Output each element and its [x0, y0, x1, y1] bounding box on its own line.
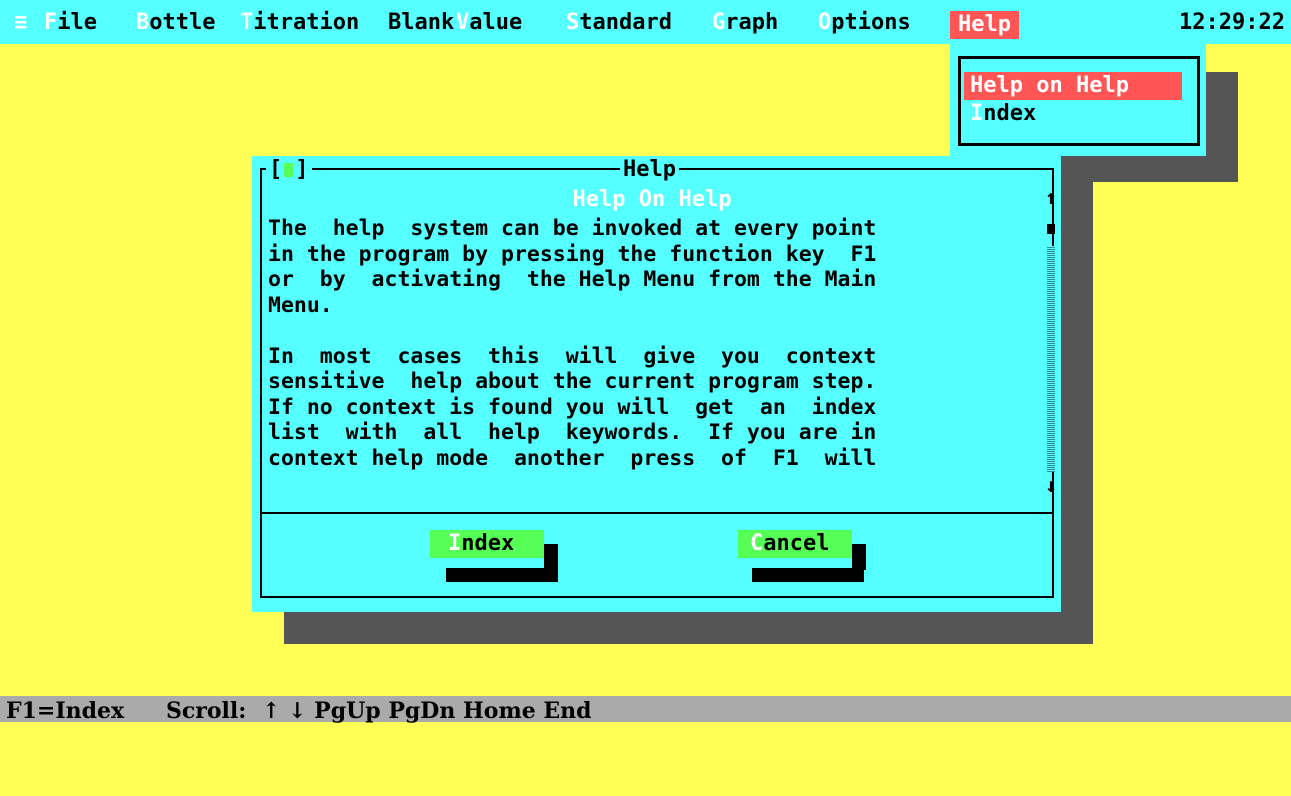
cancel-button-hotkey: C: [750, 531, 764, 556]
index-button-shadow-side: [544, 544, 558, 570]
menu-bottle-label: ottle: [149, 10, 216, 35]
index-button-label: ndex: [461, 531, 515, 556]
window-shadow-right: [1061, 182, 1093, 644]
cancel-button-shadow-side: [852, 544, 866, 570]
menu-value-hotkey: V: [456, 10, 470, 35]
menu-item-index-hotkey: I: [970, 101, 984, 126]
close-button[interactable]: []: [266, 156, 312, 184]
menu-graph[interactable]: Graph: [712, 9, 778, 37]
menu-help-label: Help: [958, 12, 1011, 37]
clock: 12:29:22: [1179, 10, 1285, 35]
help-text-line: In most cases this will give you context: [268, 343, 877, 369]
status-scroll-label: Scroll:: [166, 698, 247, 724]
dialog-title: Help: [620, 156, 679, 184]
dialog-divider: [260, 512, 1054, 514]
help-text-line: If no context is found you will get an i…: [268, 394, 877, 420]
menu-bar: ≡ File Bottle Titration Blank Value Stan…: [0, 0, 1291, 44]
status-key-hint: F1=Index: [6, 698, 125, 724]
menu-titration-hotkey: T: [240, 10, 254, 35]
help-text-line: or by activating the Help Menu from the …: [268, 267, 877, 292]
scroll-down-arrow-icon[interactable]: ↓: [1044, 474, 1058, 496]
menu-options[interactable]: Options: [818, 9, 911, 37]
help-text-line: The help system can be invoked at every …: [268, 216, 877, 241]
menu-item-help-on-help-label: Help on Help: [970, 73, 1129, 98]
window-shadow-bottom: [284, 612, 1093, 644]
scrollbar-thumb[interactable]: [1047, 224, 1055, 234]
menu-bottle[interactable]: Bottle: [136, 9, 215, 37]
menu-standard[interactable]: Standard: [566, 9, 672, 37]
close-icon: [284, 163, 294, 177]
help-text-line: context help mode another press of F1 wi…: [268, 445, 877, 471]
scrollbar-track[interactable]: [1047, 246, 1055, 472]
menu-options-hotkey: O: [818, 10, 832, 35]
menu-blank[interactable]: Blank: [388, 9, 454, 37]
index-button-shadow: [446, 568, 558, 582]
index-button-hotkey: I: [448, 531, 462, 556]
menu-item-index[interactable]: Index: [964, 100, 1042, 128]
menu-value-label: alue: [469, 10, 523, 35]
menu-titration[interactable]: Titration: [240, 9, 359, 37]
menu-file[interactable]: File: [44, 9, 97, 37]
status-bar: F1=Index Scroll: ↑ ↓ PgUp PgDn Home End: [0, 696, 1291, 724]
menu-graph-label: raph: [725, 10, 779, 35]
cancel-button[interactable]: Cancel: [738, 530, 852, 558]
menu-bottle-hotkey: B: [136, 10, 150, 35]
scroll-up-arrow-icon[interactable]: ↑: [1044, 186, 1058, 208]
menu-graph-hotkey: G: [712, 10, 726, 35]
help-text-line: [268, 318, 1036, 344]
close-bracket-left: [: [269, 157, 283, 182]
cancel-button-label: ancel: [763, 531, 830, 556]
menu-options-label: ptions: [831, 10, 911, 35]
help-text-area: The help system can be invoked at every …: [268, 216, 1036, 498]
help-text-line: sensitive help about the current program…: [268, 369, 877, 394]
menu-standard-hotkey: S: [566, 10, 580, 35]
menu-item-index-label: ndex: [983, 101, 1037, 126]
menu-help[interactable]: Help: [950, 11, 1019, 39]
menu-item-help-on-help[interactable]: Help on Help: [964, 72, 1182, 100]
help-text-line: list with all help keywords. If you are …: [268, 420, 877, 445]
index-button[interactable]: Index: [430, 530, 544, 558]
dropdown-shadow-bottom: [1061, 156, 1238, 182]
menu-blank-label: Blank: [388, 10, 455, 35]
menu-titration-label: itration: [253, 10, 360, 35]
help-topic-heading: Help On Help: [572, 187, 732, 212]
cancel-button-shadow: [752, 568, 864, 582]
menu-standard-label: tandard: [579, 10, 672, 35]
status-scroll-keys: ↑ ↓ PgUp PgDn Home End: [262, 698, 592, 724]
close-bracket-right: ]: [295, 157, 309, 182]
help-text-line: Menu.: [268, 292, 333, 318]
help-text-line: in the program by pressing the function …: [268, 241, 877, 267]
system-menu-icon[interactable]: ≡: [14, 9, 27, 37]
help-dropdown-menu: Help on Help Index: [950, 44, 1206, 156]
help-dialog: [] Help Help On Help The help system can…: [252, 156, 1061, 612]
menu-file-label: ile: [57, 10, 97, 35]
menu-file-hotkey: F: [44, 10, 58, 35]
menu-value[interactable]: Value: [456, 9, 522, 37]
